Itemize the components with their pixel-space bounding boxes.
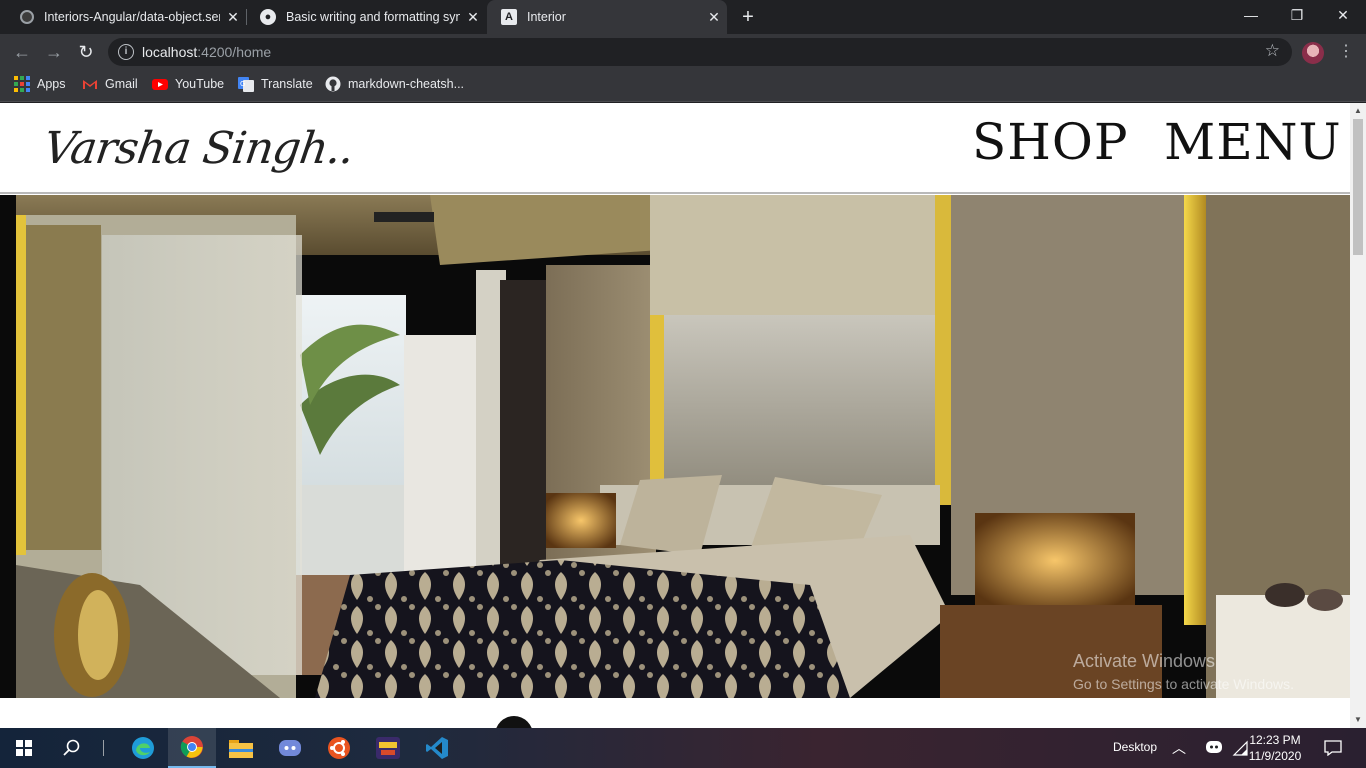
- site-header: Varsha Singh.. SHOP MENU: [0, 103, 1350, 194]
- taskbar-chrome[interactable]: [168, 728, 216, 768]
- scroll-indicator-button[interactable]: [495, 716, 533, 728]
- back-button[interactable]: ←: [8, 38, 36, 66]
- taskbar-edge[interactable]: [119, 728, 167, 768]
- bookmark-label: YouTube: [175, 77, 225, 91]
- address-bar[interactable]: i localhost:4200/home ☆: [108, 38, 1292, 66]
- url-text: localhost:4200/home: [142, 44, 271, 60]
- bookmark-label: Translate: [261, 77, 313, 91]
- site-logo[interactable]: Varsha Singh..: [40, 123, 356, 174]
- bookmark-label: Gmail: [105, 77, 138, 91]
- show-hidden-icons-chevron-icon[interactable]: ︿: [1172, 738, 1186, 758]
- vscode-icon: [426, 737, 448, 759]
- discord-tray-icon[interactable]: [1206, 740, 1222, 759]
- gmail-icon: [82, 76, 98, 92]
- search-icon: [63, 739, 80, 756]
- github-icon: ●: [260, 9, 276, 25]
- folder-icon: [229, 740, 253, 758]
- page-scrollbar[interactable]: ▲ ▼: [1350, 103, 1366, 728]
- windows-activation-watermark: Activate Windows Go to Settings to activ…: [1073, 651, 1294, 692]
- forward-button[interactable]: →: [40, 38, 68, 66]
- system-clock[interactable]: 12:23 PM 11/9/2020: [1244, 732, 1306, 764]
- bookmarks-bar: Apps Gmail YouTube G Translate markdown-…: [0, 70, 1366, 102]
- discord-icon: [279, 740, 301, 756]
- url-path: :4200/home: [197, 44, 272, 60]
- translate-icon: G: [238, 76, 254, 92]
- browser-tab-strip: Interiors-Angular/data-object.ser ✕ ● Ba…: [0, 0, 1366, 34]
- close-tab-icon[interactable]: ✕: [460, 9, 486, 26]
- bookmark-star-icon[interactable]: ☆: [1265, 41, 1280, 61]
- scroll-up-arrow-icon[interactable]: ▲: [1353, 105, 1363, 117]
- browser-toolbar: ← → ↻ i localhost:4200/home ☆ ⋮: [0, 34, 1366, 70]
- clock-time: 12:23 PM: [1249, 733, 1301, 747]
- new-tab-button[interactable]: +: [735, 4, 761, 30]
- desktop-toolbar-label[interactable]: Desktop: [1113, 740, 1157, 754]
- taskbar-vscode[interactable]: [413, 728, 461, 768]
- bookmark-label: markdown-cheatsh...: [348, 77, 465, 91]
- bookmark-apps[interactable]: Apps: [14, 70, 66, 98]
- search-button[interactable]: [48, 728, 96, 768]
- svg-text:G: G: [240, 80, 245, 88]
- close-tab-icon[interactable]: ✕: [701, 9, 727, 26]
- windows-taskbar: Desktop ︿ 12:23 PM 11/9/2020: [0, 728, 1366, 768]
- tab-title: Interior: [527, 10, 566, 24]
- notification-icon[interactable]: [1324, 740, 1342, 761]
- windows-logo-icon: [16, 740, 32, 756]
- clock-date: 11/9/2020: [1248, 749, 1302, 763]
- taskbar-ubuntu[interactable]: [315, 728, 363, 768]
- profile-avatar[interactable]: [1302, 42, 1324, 64]
- bookmark-label: Apps: [37, 77, 66, 91]
- close-window-button[interactable]: ✕: [1320, 0, 1366, 30]
- github-icon: [325, 76, 341, 92]
- reload-button[interactable]: ↻: [72, 38, 100, 66]
- close-tab-icon[interactable]: ✕: [220, 9, 246, 26]
- browser-tab-active[interactable]: A Interior ✕: [487, 0, 727, 34]
- github-icon: [20, 10, 34, 24]
- restore-button[interactable]: ❐: [1274, 0, 1320, 30]
- hero-bedroom-image: [0, 195, 1350, 698]
- bookmark-youtube[interactable]: YouTube: [152, 70, 224, 98]
- browser-tab[interactable]: ● Basic writing and formatting synt ✕: [246, 0, 486, 34]
- url-host: localhost: [142, 44, 198, 60]
- bookmark-translate[interactable]: G Translate: [238, 70, 313, 98]
- web-page: Varsha Singh.. SHOP MENU Activate Window…: [0, 103, 1350, 728]
- browser-tab[interactable]: Interiors-Angular/data-object.ser ✕: [6, 0, 247, 34]
- watermark-line1: Activate Windows: [1073, 651, 1216, 671]
- scroll-down-arrow-icon[interactable]: ▼: [1353, 714, 1363, 726]
- browser-menu-icon[interactable]: ⋮: [1336, 40, 1356, 64]
- minimize-button[interactable]: —: [1228, 0, 1274, 30]
- tab-title: Basic writing and formatting synt: [286, 10, 460, 24]
- bookmark-gmail[interactable]: Gmail: [82, 70, 138, 98]
- chrome-icon: [180, 736, 203, 758]
- ubuntu-icon: [328, 737, 350, 759]
- start-button[interactable]: [0, 728, 48, 768]
- page-below-hero: [0, 698, 1350, 728]
- nav-menu-link[interactable]: MENU: [1164, 113, 1342, 171]
- apps-grid-icon: [14, 76, 30, 92]
- taskbar-discord[interactable]: [266, 728, 314, 768]
- game-icon: [376, 737, 400, 759]
- edge-icon: [132, 737, 154, 759]
- nav-shop-link[interactable]: SHOP: [972, 113, 1129, 171]
- angular-icon: A: [501, 9, 517, 25]
- site-info-icon[interactable]: i: [118, 44, 134, 60]
- taskbar-divider: [103, 740, 104, 756]
- bookmark-markdown[interactable]: markdown-cheatsh...: [325, 70, 464, 98]
- taskbar-game[interactable]: [364, 728, 412, 768]
- tab-title: Interiors-Angular/data-object.ser: [44, 10, 220, 24]
- youtube-icon: [152, 76, 168, 92]
- scrollbar-thumb[interactable]: [1353, 119, 1363, 255]
- watermark-line2: Go to Settings to activate Windows.: [1073, 676, 1294, 692]
- taskbar-file-explorer[interactable]: [217, 728, 265, 768]
